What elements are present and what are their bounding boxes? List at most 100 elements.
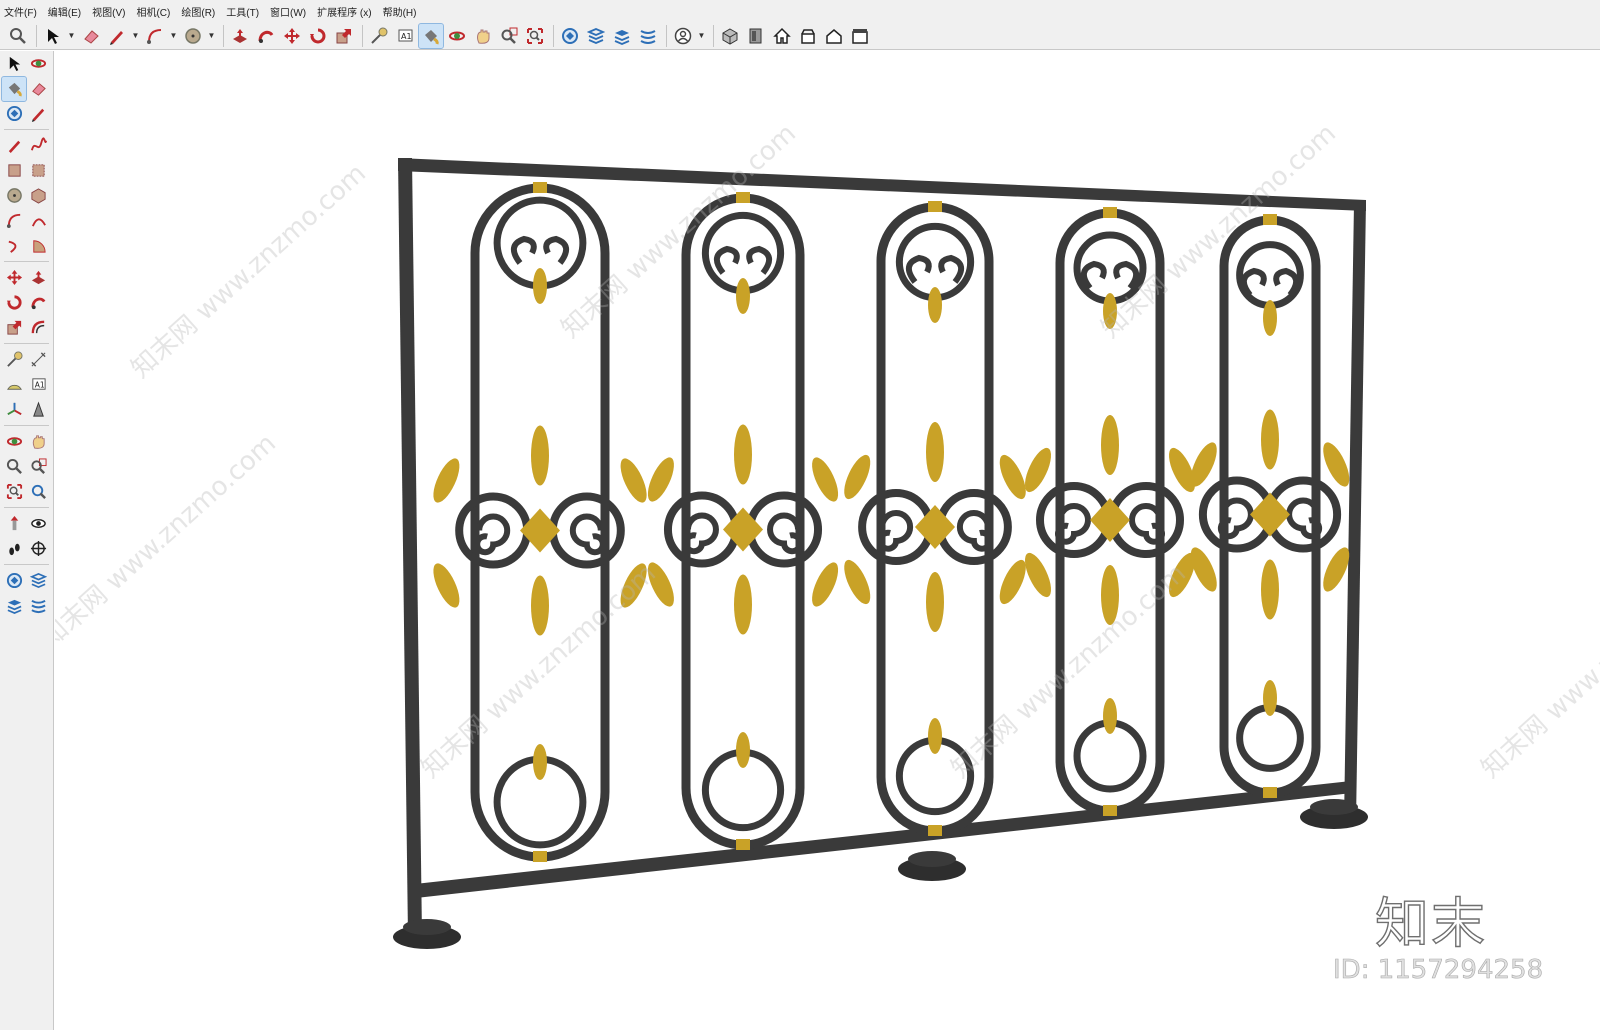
warehouse-tool[interactable]	[2, 102, 26, 126]
polygon-tool[interactable]	[26, 184, 50, 208]
tape-measure-tool[interactable]	[2, 348, 26, 372]
scale-tool[interactable]	[2, 316, 26, 340]
sandbox-tool[interactable]	[26, 594, 50, 618]
toolbar-separator	[4, 129, 49, 130]
arc-tool[interactable]	[143, 24, 167, 48]
menu-item[interactable]: 窗口(W)	[270, 4, 306, 19]
chevron-down-icon[interactable]: ▼	[697, 24, 706, 48]
model-viewport[interactable]: 知末网 www.znzmo.com 知末网 www.znzmo.com 知末网 …	[55, 51, 1600, 1030]
warehouse-icon	[6, 572, 23, 589]
sandbox-tool[interactable]	[636, 24, 660, 48]
iso-view-tool[interactable]	[718, 24, 742, 48]
freehand-tool[interactable]	[26, 134, 50, 158]
pie-tool[interactable]	[26, 234, 50, 258]
box-view-tool[interactable]	[848, 24, 872, 48]
pencil-tool[interactable]	[105, 24, 129, 48]
layers-icon	[587, 27, 605, 45]
walk-tool[interactable]	[2, 537, 26, 561]
arc-tool[interactable]	[2, 209, 26, 233]
3d-text-tool[interactable]	[26, 398, 50, 422]
zoom-tool[interactable]	[6, 24, 30, 48]
push-pull-tool[interactable]	[228, 24, 252, 48]
orbit-tool[interactable]	[2, 430, 26, 454]
zoom-extents-tool[interactable]	[2, 480, 26, 504]
axes-tool[interactable]	[2, 398, 26, 422]
warehouse-tool[interactable]	[2, 569, 26, 593]
pan-tool[interactable]	[471, 24, 495, 48]
gold-leaf	[1261, 559, 1279, 620]
front-view-tool[interactable]	[796, 24, 820, 48]
two-point-arc-tool[interactable]	[26, 209, 50, 233]
move-tool[interactable]	[2, 266, 26, 290]
select-arrow-icon	[44, 27, 62, 45]
pencil-icon	[108, 27, 126, 45]
look-around-tool[interactable]	[26, 512, 50, 536]
component-tool[interactable]	[744, 24, 768, 48]
zoom-window-tool[interactable]	[26, 455, 50, 479]
push-pull-tool[interactable]	[26, 266, 50, 290]
select-arrow-tool[interactable]	[2, 52, 26, 76]
dimension-tool[interactable]	[26, 348, 50, 372]
text-tool[interactable]: A1	[393, 24, 417, 48]
follow-me-tool[interactable]	[26, 291, 50, 315]
menu-item[interactable]: 编辑(E)	[48, 4, 81, 19]
menu-item[interactable]: 扩展程序 (x)	[317, 4, 371, 19]
gold-leaf	[1103, 698, 1117, 734]
rectangle-tool[interactable]	[2, 159, 26, 183]
layers-tool[interactable]	[26, 569, 50, 593]
paint-bucket-tool[interactable]	[418, 22, 444, 49]
orbit-tool[interactable]	[26, 52, 50, 76]
warehouse-tool[interactable]	[558, 24, 582, 48]
account-icon	[674, 27, 692, 45]
menu-item[interactable]: 文件(F)	[4, 4, 37, 19]
menu-item[interactable]: 相机(C)	[136, 4, 170, 19]
protractor-tool[interactable]	[2, 373, 26, 397]
menu-item[interactable]: 绘图(R)	[181, 4, 215, 19]
scale-tool[interactable]	[332, 24, 356, 48]
chevron-down-icon[interactable]: ▼	[169, 24, 178, 48]
zoom-tool[interactable]	[2, 455, 26, 479]
select-arrow-tool[interactable]	[41, 24, 65, 48]
house-tool[interactable]	[822, 24, 846, 48]
gold-collar	[533, 182, 547, 193]
menu-item[interactable]: 帮助(H)	[383, 4, 417, 19]
paint-bucket-tool[interactable]	[1, 75, 27, 102]
chevron-down-icon[interactable]: ▼	[131, 24, 140, 48]
section-plane-tool[interactable]	[26, 537, 50, 561]
text-tool[interactable]: A1	[26, 373, 50, 397]
rotated-rect-tool[interactable]	[26, 159, 50, 183]
circle-tool[interactable]	[181, 24, 205, 48]
rotate-tool[interactable]	[2, 291, 26, 315]
gold-leaf	[433, 458, 460, 503]
position-camera-tool[interactable]	[2, 512, 26, 536]
eraser-tool[interactable]	[79, 24, 103, 48]
stack-tool[interactable]	[2, 594, 26, 618]
orbit-tool[interactable]	[445, 24, 469, 48]
zoom-window-tool[interactable]	[497, 24, 521, 48]
toolbar-separator	[4, 261, 49, 262]
zoom-extents-tool[interactable]	[523, 24, 547, 48]
follow-me-tool[interactable]	[254, 24, 278, 48]
pan-tool[interactable]	[26, 430, 50, 454]
previous-view-tool[interactable]	[26, 480, 50, 504]
tape-measure-tool[interactable]	[367, 24, 391, 48]
rotate-tool[interactable]	[306, 24, 330, 48]
move-tool[interactable]	[280, 24, 304, 48]
gold-leaf	[844, 559, 871, 605]
layers-tool[interactable]	[584, 24, 608, 48]
eraser-tool[interactable]	[26, 77, 50, 101]
chevron-down-icon[interactable]: ▼	[67, 24, 76, 48]
home-tool[interactable]	[770, 24, 794, 48]
menu-item[interactable]: 视图(V)	[92, 4, 125, 19]
zoom-icon	[9, 27, 27, 45]
menu-item[interactable]: 工具(T)	[226, 4, 259, 19]
pencil-tool[interactable]	[26, 102, 50, 126]
account-tool[interactable]	[671, 24, 695, 48]
stack-tool[interactable]	[610, 24, 634, 48]
line-tool[interactable]	[2, 134, 26, 158]
three-point-arc-tool[interactable]	[2, 234, 26, 258]
offset-tool[interactable]	[26, 316, 50, 340]
chevron-down-icon[interactable]: ▼	[207, 24, 216, 48]
circle-tool[interactable]	[2, 184, 26, 208]
dimension-icon	[30, 351, 47, 368]
